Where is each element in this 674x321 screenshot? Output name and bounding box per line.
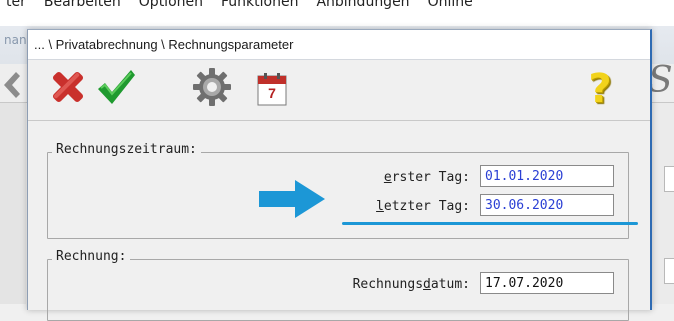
letzter-tag-field[interactable]: 30.06.2020 bbox=[480, 194, 614, 216]
calendar-icon: 7 bbox=[257, 72, 287, 106]
menu-item-bearbeiten[interactable]: Bearbeiten bbox=[44, 0, 121, 10]
letzter-tag-label: letzter Tag: bbox=[376, 199, 470, 214]
green-check-icon bbox=[95, 67, 137, 111]
annotation-underline bbox=[342, 222, 638, 225]
cancel-button[interactable] bbox=[46, 66, 90, 112]
background-input-field[interactable] bbox=[664, 166, 674, 192]
dialog-title: ... \ Privatabrechnung \ Rechnungsparame… bbox=[34, 37, 294, 52]
help-button[interactable]: ? bbox=[578, 66, 622, 112]
background-input-field[interactable] bbox=[664, 258, 674, 284]
settings-button[interactable] bbox=[190, 66, 234, 112]
erster-tag-field[interactable]: 01.01.2020 bbox=[480, 165, 614, 187]
rechnungszeitraum-label: Rechnungszeitraum: bbox=[52, 142, 201, 157]
background-left-panel bbox=[0, 103, 26, 304]
calendar-button[interactable]: 7 bbox=[250, 66, 294, 112]
rechnung-label: Rechnung: bbox=[52, 249, 131, 264]
dialog-toolbar: 7 ? bbox=[28, 60, 650, 121]
rechnungsdatum-label: Rechnungsdatum: bbox=[352, 277, 470, 292]
rechnungsparameter-dialog: ... \ Privatabrechnung \ Rechnungsparame… bbox=[27, 29, 652, 321]
menu-item-online[interactable]: Online bbox=[428, 0, 473, 10]
background-menubar: ter Bearbeiten Optionen Funktionen Anbin… bbox=[0, 0, 674, 26]
calendar-day-number: 7 bbox=[268, 85, 276, 101]
annotation-arrow-icon bbox=[259, 180, 329, 218]
gear-icon bbox=[192, 67, 232, 111]
menu-item-partial[interactable]: ter bbox=[6, 0, 26, 10]
yellow-question-icon: ? bbox=[588, 66, 612, 112]
menu-item-anbindungen[interactable]: Anbindungen bbox=[316, 0, 409, 10]
back-arrow-icon[interactable] bbox=[0, 68, 20, 102]
background-window-title: nan bbox=[4, 33, 27, 47]
menu-item-funktionen[interactable]: Funktionen bbox=[221, 0, 298, 10]
ok-button[interactable] bbox=[94, 66, 138, 112]
rechnungsdatum-field[interactable]: 17.07.2020 bbox=[480, 272, 614, 294]
menu-item-optionen[interactable]: Optionen bbox=[139, 0, 203, 10]
red-x-icon bbox=[48, 67, 88, 111]
erster-tag-label: erster Tag: bbox=[383, 170, 470, 185]
dialog-titlebar[interactable]: ... \ Privatabrechnung \ Rechnungsparame… bbox=[28, 30, 650, 60]
